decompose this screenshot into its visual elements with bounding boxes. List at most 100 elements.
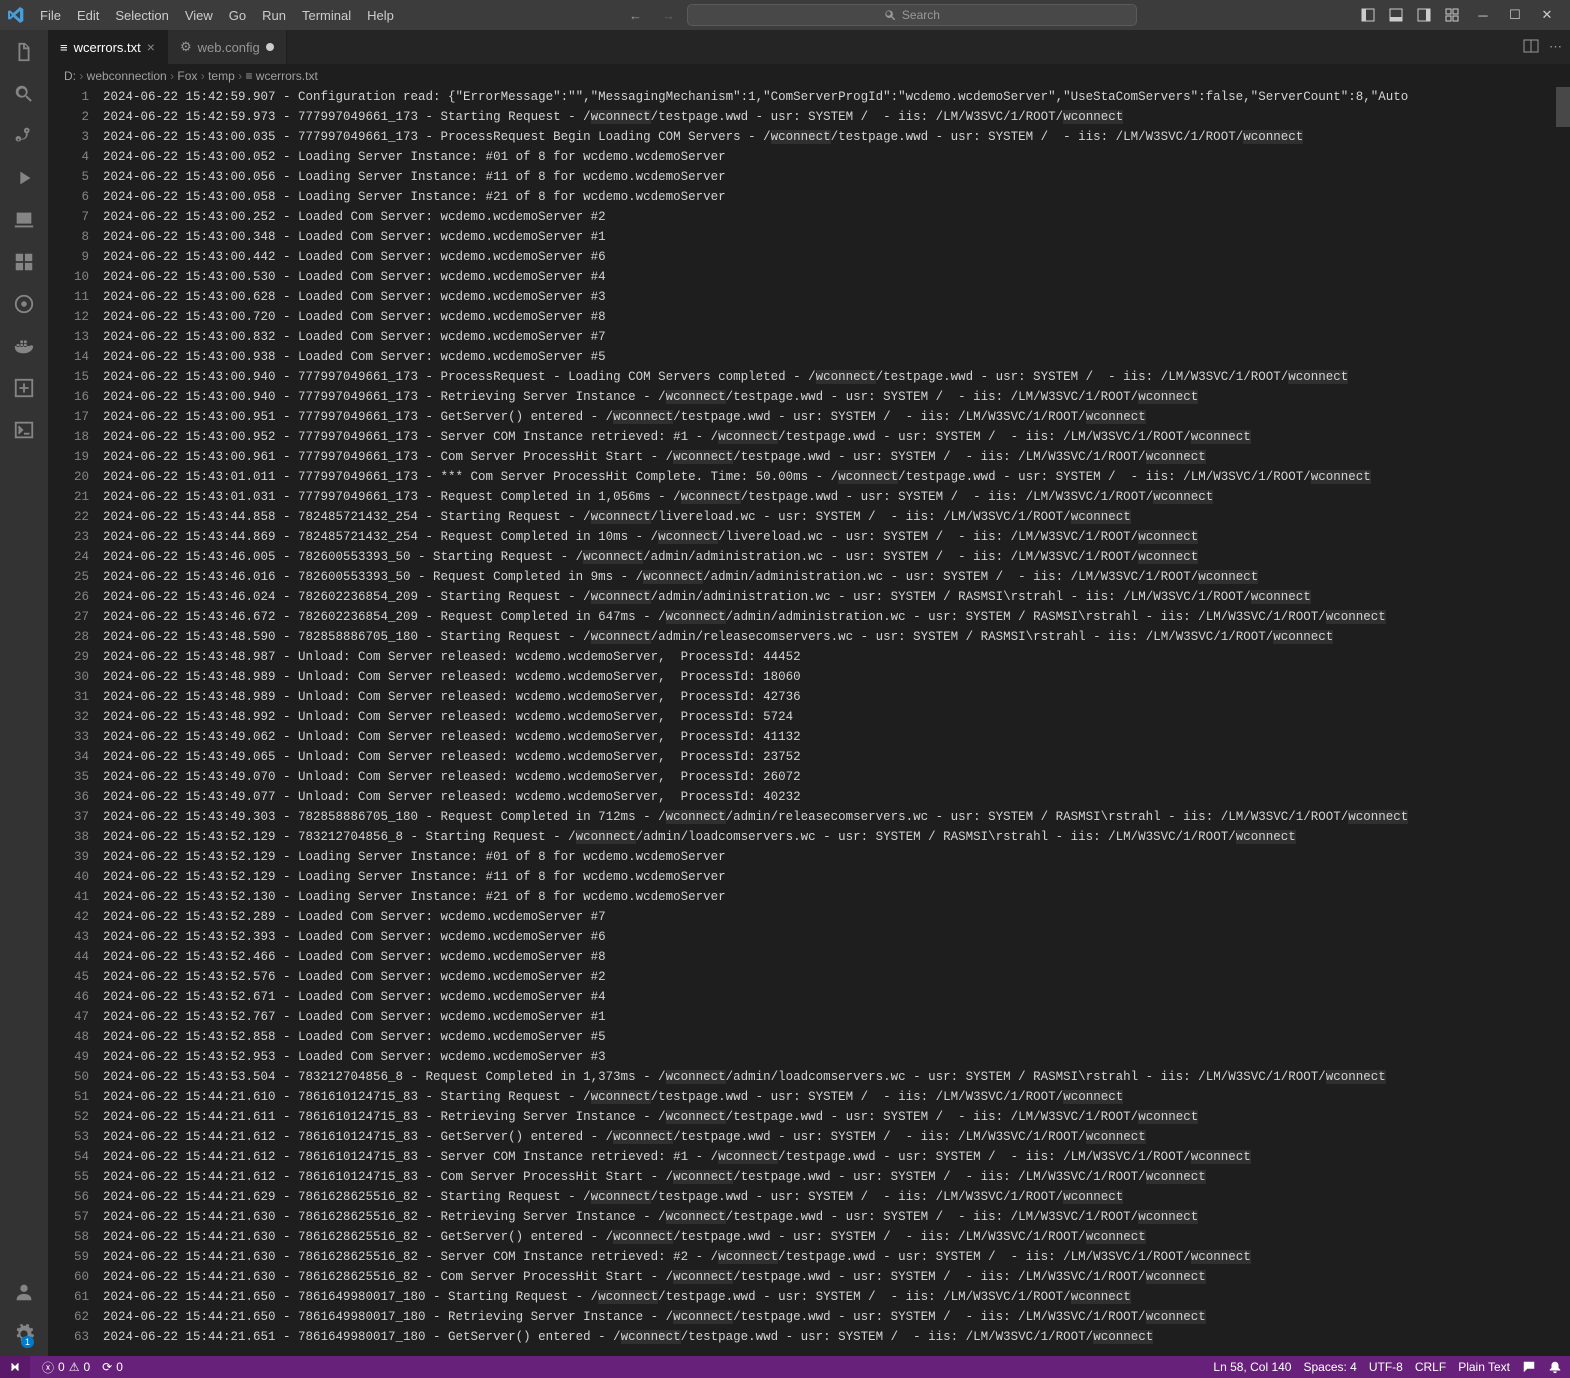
layout-bottom-icon[interactable] [1384, 3, 1408, 27]
code-line[interactable]: 2024-06-22 15:43:53.504 - 783212704856_8… [103, 1067, 1570, 1087]
tab-web-config[interactable]: ⚙web.config [168, 30, 287, 64]
code-line[interactable]: 2024-06-22 15:43:00.056 - Loading Server… [103, 167, 1570, 187]
code-line[interactable]: 2024-06-22 15:43:52.576 - Loaded Com Ser… [103, 967, 1570, 987]
code-line[interactable]: 2024-06-22 15:43:00.035 - 777997049661_1… [103, 127, 1570, 147]
problems-indicator[interactable]: ⓧ0 ⚠0 [42, 1359, 90, 1376]
indentation-indicator[interactable]: Spaces: 4 [1303, 1360, 1356, 1374]
feedback-icon[interactable] [1522, 1360, 1536, 1374]
code-line[interactable]: 2024-06-22 15:43:52.289 - Loaded Com Ser… [103, 907, 1570, 927]
code-line[interactable]: 2024-06-22 15:43:49.070 - Unload: Com Se… [103, 767, 1570, 787]
code-line[interactable]: 2024-06-22 15:43:52.393 - Loaded Com Ser… [103, 927, 1570, 947]
breadcrumb-segment[interactable]: Fox [177, 69, 197, 83]
nav-forward-button[interactable]: → [654, 4, 683, 27]
language-mode[interactable]: Plain Text [1458, 1360, 1510, 1374]
code-line[interactable]: 2024-06-22 15:44:21.630 - 7861628625516_… [103, 1247, 1570, 1267]
remote-indicator[interactable] [0, 1356, 30, 1378]
docker-icon[interactable] [8, 330, 40, 362]
menu-edit[interactable]: Edit [69, 4, 107, 27]
code-line[interactable]: 2024-06-22 15:43:00.442 - Loaded Com Ser… [103, 247, 1570, 267]
code-line[interactable]: 2024-06-22 15:44:21.612 - 7861610124715_… [103, 1147, 1570, 1167]
code-line[interactable]: 2024-06-22 15:43:00.940 - 777997049661_1… [103, 367, 1570, 387]
layout-right-icon[interactable] [1412, 3, 1436, 27]
code-line[interactable]: 2024-06-22 15:43:44.858 - 782485721432_2… [103, 507, 1570, 527]
code-line[interactable]: 2024-06-22 15:44:21.610 - 7861610124715_… [103, 1087, 1570, 1107]
code-line[interactable]: 2024-06-22 15:43:52.671 - Loaded Com Ser… [103, 987, 1570, 1007]
code-line[interactable]: 2024-06-22 15:43:00.720 - Loaded Com Ser… [103, 307, 1570, 327]
code-line[interactable]: 2024-06-22 15:44:21.650 - 7861649980017_… [103, 1307, 1570, 1327]
notifications-icon[interactable] [1548, 1360, 1562, 1374]
code-line[interactable]: 2024-06-22 15:42:59.907 - Configuration … [103, 87, 1570, 107]
code-line[interactable]: 2024-06-22 15:44:21.630 - 7861628625516_… [103, 1227, 1570, 1247]
window-maximize-button[interactable]: ☐ [1500, 3, 1530, 27]
vertical-scrollbar-thumb[interactable] [1556, 87, 1570, 127]
code-line[interactable]: 2024-06-22 15:43:01.011 - 777997049661_1… [103, 467, 1570, 487]
nav-back-button[interactable]: ← [621, 4, 650, 27]
code-line[interactable]: 2024-06-22 15:44:21.630 - 7861628625516_… [103, 1207, 1570, 1227]
add-panel-icon[interactable] [8, 372, 40, 404]
encoding-indicator[interactable]: UTF-8 [1369, 1360, 1403, 1374]
code-line[interactable]: 2024-06-22 15:43:52.858 - Loaded Com Ser… [103, 1027, 1570, 1047]
code-line[interactable]: 2024-06-22 15:43:00.940 - 777997049661_1… [103, 387, 1570, 407]
source-control-icon[interactable] [8, 120, 40, 152]
test-icon[interactable] [8, 288, 40, 320]
code-line[interactable]: 2024-06-22 15:43:52.466 - Loaded Com Ser… [103, 947, 1570, 967]
breadcrumb-segment[interactable]: temp [208, 69, 235, 83]
code-line[interactable]: 2024-06-22 15:44:21.651 - 7861649980017_… [103, 1327, 1570, 1347]
layout-customize-icon[interactable] [1440, 3, 1464, 27]
split-editor-icon[interactable] [1523, 38, 1539, 57]
terminal-icon[interactable] [8, 414, 40, 446]
code-line[interactable]: 2024-06-22 15:43:00.961 - 777997049661_1… [103, 447, 1570, 467]
code-line[interactable]: 2024-06-22 15:43:00.252 - Loaded Com Ser… [103, 207, 1570, 227]
tab-wcerrors-txt[interactable]: ≡wcerrors.txt× [48, 30, 168, 64]
breadcrumb-segment[interactable]: D: [64, 69, 76, 83]
code-line[interactable]: 2024-06-22 15:42:59.973 - 777997049661_1… [103, 107, 1570, 127]
code-line[interactable]: 2024-06-22 15:43:44.869 - 782485721432_2… [103, 527, 1570, 547]
code-line[interactable]: 2024-06-22 15:43:52.129 - Loading Server… [103, 867, 1570, 887]
code-line[interactable]: 2024-06-22 15:44:21.650 - 7861649980017_… [103, 1287, 1570, 1307]
code-line[interactable]: 2024-06-22 15:43:46.672 - 782602236854_2… [103, 607, 1570, 627]
code-line[interactable]: 2024-06-22 15:44:21.611 - 7861610124715_… [103, 1107, 1570, 1127]
menu-terminal[interactable]: Terminal [294, 4, 359, 27]
code-line[interactable]: 2024-06-22 15:43:52.767 - Loaded Com Ser… [103, 1007, 1570, 1027]
code-line[interactable]: 2024-06-22 15:43:01.031 - 777997049661_1… [103, 487, 1570, 507]
code-line[interactable]: 2024-06-22 15:43:00.952 - 777997049661_1… [103, 427, 1570, 447]
search-icon[interactable] [8, 78, 40, 110]
settings-gear-icon[interactable]: 1 [8, 1318, 40, 1350]
menu-help[interactable]: Help [359, 4, 402, 27]
ports-indicator[interactable]: ⟳0 [102, 1360, 123, 1374]
code-line[interactable]: 2024-06-22 15:44:21.629 - 7861628625516_… [103, 1187, 1570, 1207]
code-line[interactable]: 2024-06-22 15:43:49.065 - Unload: Com Se… [103, 747, 1570, 767]
cursor-position[interactable]: Ln 58, Col 140 [1213, 1360, 1291, 1374]
code-line[interactable]: 2024-06-22 15:44:21.612 - 7861610124715_… [103, 1167, 1570, 1187]
code-line[interactable]: 2024-06-22 15:43:00.052 - Loading Server… [103, 147, 1570, 167]
menu-run[interactable]: Run [254, 4, 294, 27]
breadcrumb-segment[interactable]: ≡ wcerrors.txt [245, 69, 317, 83]
command-center-search[interactable]: Search [687, 4, 1137, 26]
menu-go[interactable]: Go [221, 4, 254, 27]
code-line[interactable]: 2024-06-22 15:43:48.989 - Unload: Com Se… [103, 667, 1570, 687]
extensions-icon[interactable] [8, 246, 40, 278]
layout-left-icon[interactable] [1356, 3, 1380, 27]
menu-view[interactable]: View [177, 4, 221, 27]
close-tab-icon[interactable]: × [147, 39, 155, 55]
code-line[interactable]: 2024-06-22 15:43:00.832 - Loaded Com Ser… [103, 327, 1570, 347]
accounts-icon[interactable] [8, 1276, 40, 1308]
code-line[interactable]: 2024-06-22 15:43:48.987 - Unload: Com Se… [103, 647, 1570, 667]
code-line[interactable]: 2024-06-22 15:43:52.130 - Loading Server… [103, 887, 1570, 907]
more-actions-icon[interactable]: ⋯ [1549, 39, 1562, 55]
code-line[interactable]: 2024-06-22 15:43:00.058 - Loading Server… [103, 187, 1570, 207]
code-line[interactable]: 2024-06-22 15:43:00.530 - Loaded Com Ser… [103, 267, 1570, 287]
run-debug-icon[interactable] [8, 162, 40, 194]
code-line[interactable]: 2024-06-22 15:43:46.024 - 782602236854_2… [103, 587, 1570, 607]
code-line[interactable]: 2024-06-22 15:43:46.016 - 782600553393_5… [103, 567, 1570, 587]
window-minimize-button[interactable]: ─ [1468, 3, 1498, 27]
code-line[interactable]: 2024-06-22 15:43:49.077 - Unload: Com Se… [103, 787, 1570, 807]
code-line[interactable]: 2024-06-22 15:43:49.062 - Unload: Com Se… [103, 727, 1570, 747]
code-line[interactable]: 2024-06-22 15:43:52.953 - Loaded Com Ser… [103, 1047, 1570, 1067]
code-line[interactable]: 2024-06-22 15:43:00.348 - Loaded Com Ser… [103, 227, 1570, 247]
editor-content[interactable]: 1234567891011121314151617181920212223242… [48, 87, 1570, 1356]
window-close-button[interactable]: ✕ [1532, 3, 1562, 27]
menu-file[interactable]: File [32, 4, 69, 27]
code-line[interactable]: 2024-06-22 15:43:48.992 - Unload: Com Se… [103, 707, 1570, 727]
menu-selection[interactable]: Selection [107, 4, 176, 27]
